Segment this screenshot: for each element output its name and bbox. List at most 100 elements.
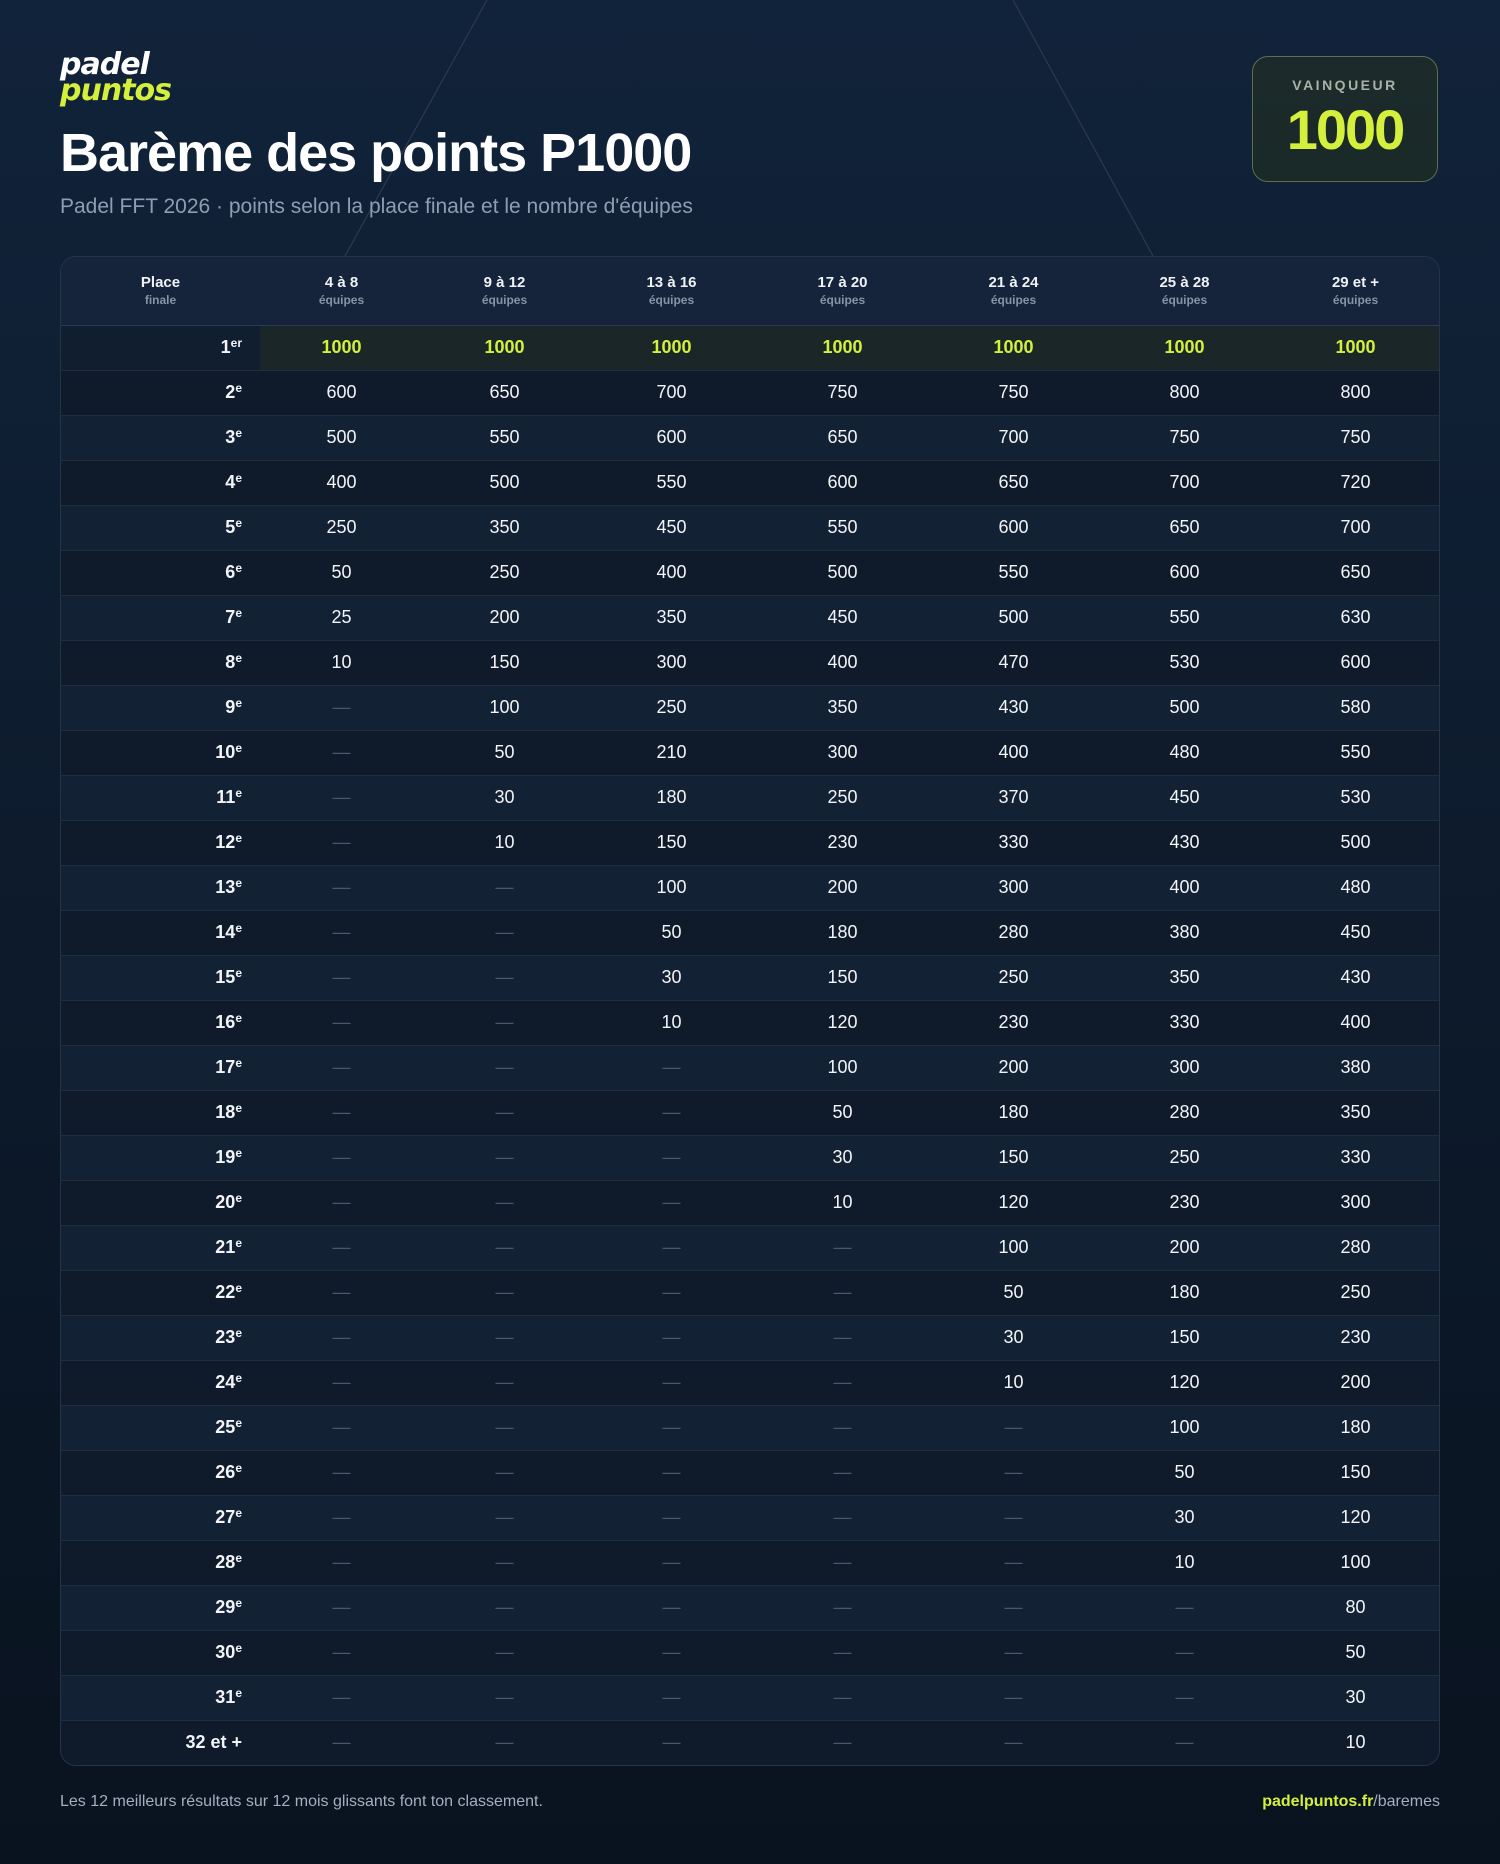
points-cell-empty: — bbox=[423, 1269, 586, 1315]
points-cell: 450 bbox=[1099, 774, 1270, 820]
points-cell: 650 bbox=[928, 459, 1099, 505]
place-cell: 3e bbox=[61, 414, 260, 460]
points-cell-empty: — bbox=[260, 1674, 423, 1720]
place-cell: 29e bbox=[61, 1584, 260, 1630]
points-cell: 650 bbox=[757, 414, 928, 460]
points-cell: 450 bbox=[586, 504, 757, 550]
points-cell: 480 bbox=[1099, 729, 1270, 775]
place-number: 32 et + bbox=[185, 1732, 242, 1753]
footer-link-path[interactable]: /baremes bbox=[1373, 1793, 1440, 1810]
place-ordinal-suffix: e bbox=[235, 1596, 242, 1610]
place-cell: 9e bbox=[61, 684, 260, 730]
padelpuntos-logo[interactable]: padel puntos bbox=[60, 50, 172, 106]
winner-card: VAINQUEUR 1000 bbox=[1252, 56, 1438, 182]
place-number: 14 bbox=[215, 922, 236, 942]
place-number: 1 bbox=[220, 337, 231, 357]
points-cell: 720 bbox=[1270, 459, 1439, 505]
points-cell: 370 bbox=[928, 774, 1099, 820]
place-cell: 17e bbox=[61, 1044, 260, 1090]
place-cell: 26e bbox=[61, 1449, 260, 1495]
points-cell: 750 bbox=[1099, 414, 1270, 460]
points-cell: 10 bbox=[928, 1359, 1099, 1405]
points-cell: 10 bbox=[757, 1179, 928, 1225]
points-cell: 150 bbox=[757, 954, 928, 1000]
column-header-label: 4 à 8 bbox=[324, 274, 359, 292]
table-row: 3e 500 550 600 650 700 750 750 bbox=[61, 414, 1439, 460]
points-cell-empty: — bbox=[586, 1629, 757, 1675]
points-cell: 120 bbox=[1270, 1494, 1439, 1540]
points-cell: 550 bbox=[928, 549, 1099, 595]
table-row: 21e — — — —100 200 280 bbox=[61, 1224, 1439, 1270]
place-ordinal-suffix: er bbox=[230, 336, 242, 350]
place-cell: 6e bbox=[61, 549, 260, 595]
table-header-row: Place finale 4 à 8 équipes 9 à 12 équipes 13… bbox=[61, 257, 1439, 326]
points-cell-empty: — bbox=[260, 1179, 423, 1225]
points-cell: 550 bbox=[423, 414, 586, 460]
column-header-label: 25 à 28 bbox=[1159, 274, 1210, 292]
points-cell: 230 bbox=[928, 999, 1099, 1045]
winner-points: 1000 bbox=[1286, 98, 1406, 161]
points-cell-empty: — bbox=[423, 1089, 586, 1135]
points-cell-empty: — bbox=[260, 1134, 423, 1180]
place-cell: 13e bbox=[61, 864, 260, 910]
place-number: 17 bbox=[215, 1057, 236, 1077]
points-cell: 550 bbox=[757, 504, 928, 550]
points-cell-empty: — bbox=[423, 1539, 586, 1585]
points-cell: 280 bbox=[1099, 1089, 1270, 1135]
points-cell-empty: — bbox=[423, 1629, 586, 1675]
place-number: 30 bbox=[215, 1642, 236, 1662]
place-cell: 30e bbox=[61, 1629, 260, 1675]
points-cell: 350 bbox=[1099, 954, 1270, 1000]
place-cell: 7e bbox=[61, 594, 260, 640]
points-cell: 530 bbox=[1270, 774, 1439, 820]
table-row: 5e 250 350 450 550 600 650 700 bbox=[61, 504, 1439, 550]
points-cell: 230 bbox=[757, 819, 928, 865]
place-cell: 16e bbox=[61, 999, 260, 1045]
points-cell: 530 bbox=[1099, 639, 1270, 685]
points-cell-empty: — bbox=[586, 1404, 757, 1450]
column-header-label: 13 à 16 bbox=[646, 274, 697, 292]
place-cell: 1er bbox=[61, 324, 260, 370]
place-cell: 32 et + bbox=[61, 1719, 260, 1765]
points-cell-empty: — bbox=[928, 1719, 1099, 1765]
points-cell: 580 bbox=[1270, 684, 1439, 730]
points-cell-empty: — bbox=[423, 954, 586, 1000]
place-cell: 5e bbox=[61, 504, 260, 550]
points-cell: 150 bbox=[1270, 1449, 1439, 1495]
points-cell: 180 bbox=[928, 1089, 1099, 1135]
place-number: 6 bbox=[225, 562, 236, 582]
points-cell: 50 bbox=[757, 1089, 928, 1135]
place-number: 18 bbox=[215, 1102, 236, 1122]
points-cell-empty: — bbox=[757, 1719, 928, 1765]
points-cell-empty: — bbox=[423, 864, 586, 910]
points-cell-empty: — bbox=[260, 1044, 423, 1090]
points-cell: 800 bbox=[1099, 369, 1270, 415]
table-row: 11e —30 180 250 370 450 530 bbox=[61, 774, 1439, 820]
points-cell: 1000 bbox=[757, 324, 928, 370]
points-cell: 30 bbox=[586, 954, 757, 1000]
winner-label: VAINQUEUR bbox=[1292, 77, 1398, 93]
points-cell: 300 bbox=[586, 639, 757, 685]
place-cell: 19e bbox=[61, 1134, 260, 1180]
points-cell: 100 bbox=[1270, 1539, 1439, 1585]
points-cell: 280 bbox=[928, 909, 1099, 955]
place-ordinal-suffix: e bbox=[235, 381, 242, 395]
place-number: 16 bbox=[215, 1012, 236, 1032]
place-cell: 8e bbox=[61, 639, 260, 685]
points-cell: 650 bbox=[1270, 549, 1439, 595]
footer-link[interactable]: padelpuntos.fr/baremes bbox=[1262, 1793, 1440, 1811]
footer-link-domain[interactable]: padelpuntos.fr bbox=[1262, 1793, 1373, 1810]
points-cell: 150 bbox=[928, 1134, 1099, 1180]
points-cell: 700 bbox=[928, 414, 1099, 460]
table-row: 1er 1000 1000 1000 1000 1000 1000 1000 bbox=[61, 324, 1439, 370]
place-number: 10 bbox=[215, 742, 236, 762]
place-ordinal-suffix: e bbox=[235, 426, 242, 440]
points-cell: 300 bbox=[928, 864, 1099, 910]
points-cell: 750 bbox=[757, 369, 928, 415]
points-cell-empty: — bbox=[423, 1674, 586, 1720]
points-cell-empty: — bbox=[260, 1269, 423, 1315]
points-cell-empty: — bbox=[586, 1674, 757, 1720]
place-number: 11 bbox=[216, 787, 236, 807]
column-header-label: 29 et + bbox=[1331, 274, 1380, 292]
points-cell: 10 bbox=[260, 639, 423, 685]
